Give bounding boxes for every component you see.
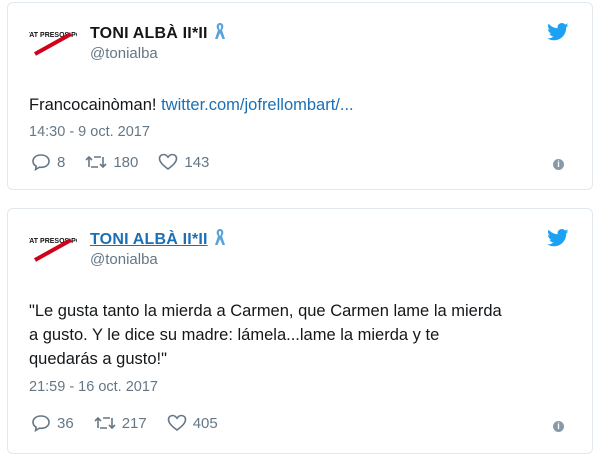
reply-button[interactable]: 36 bbox=[31, 414, 74, 432]
user-handle[interactable]: @tonialba bbox=[90, 251, 158, 268]
like-button[interactable]: 143 bbox=[158, 153, 209, 171]
tweet-text-prefix: Francocainòman! bbox=[29, 96, 162, 114]
tweet-card[interactable]: LLIBERTAT PRESOS POLÍTICS! TONI ALBÀ II*… bbox=[7, 2, 593, 190]
reply-count: 36 bbox=[57, 414, 74, 432]
reply-count: 8 bbox=[57, 153, 66, 171]
reply-icon bbox=[32, 154, 50, 171]
tweet-card[interactable]: LLIBERTAT PRESOS POLÍTICS! TONI ALBÀ II*… bbox=[7, 208, 593, 454]
reply-icon bbox=[32, 415, 50, 432]
twitter-bird-icon[interactable] bbox=[547, 23, 569, 46]
timestamp[interactable]: 14:30 - 9 oct. 2017 bbox=[29, 124, 150, 140]
retweet-icon bbox=[85, 155, 107, 169]
tweet-text: Francocainòman! twitter.com/jofrellombar… bbox=[29, 93, 354, 117]
display-name[interactable]: TONI ALBÀ II*II bbox=[90, 25, 208, 43]
user-handle[interactable]: @tonialba bbox=[90, 45, 158, 62]
retweet-button[interactable]: 217 bbox=[94, 415, 147, 432]
display-name[interactable]: TONI ALBÀ II*II bbox=[90, 231, 208, 249]
heart-icon bbox=[159, 153, 178, 171]
like-count: 405 bbox=[192, 414, 218, 432]
retweet-count: 180 bbox=[113, 153, 139, 171]
twitter-bird-icon[interactable] bbox=[547, 229, 569, 252]
yellow-ribbon-icon bbox=[214, 228, 226, 251]
avatar[interactable]: LLIBERTAT PRESOS POLÍTICS! bbox=[29, 226, 77, 274]
retweet-icon bbox=[94, 416, 116, 430]
yellow-ribbon-icon bbox=[214, 22, 226, 45]
reply-button[interactable]: 8 bbox=[31, 153, 65, 171]
tweet-text: "Le gusta tanto la mierda a Carmen, que … bbox=[29, 302, 502, 368]
info-icon[interactable]: i bbox=[553, 159, 564, 170]
info-icon[interactable]: i bbox=[553, 421, 564, 432]
like-count: 143 bbox=[184, 153, 210, 171]
like-button[interactable]: 405 bbox=[167, 414, 218, 432]
retweet-button[interactable]: 180 bbox=[85, 154, 138, 171]
timestamp[interactable]: 21:59 - 16 oct. 2017 bbox=[29, 379, 158, 395]
avatar[interactable]: LLIBERTAT PRESOS POLÍTICS! bbox=[29, 20, 77, 68]
heart-icon bbox=[167, 414, 187, 432]
retweet-count: 217 bbox=[121, 414, 147, 432]
tweet-link[interactable]: twitter.com/jofrellombart/... bbox=[161, 96, 354, 114]
